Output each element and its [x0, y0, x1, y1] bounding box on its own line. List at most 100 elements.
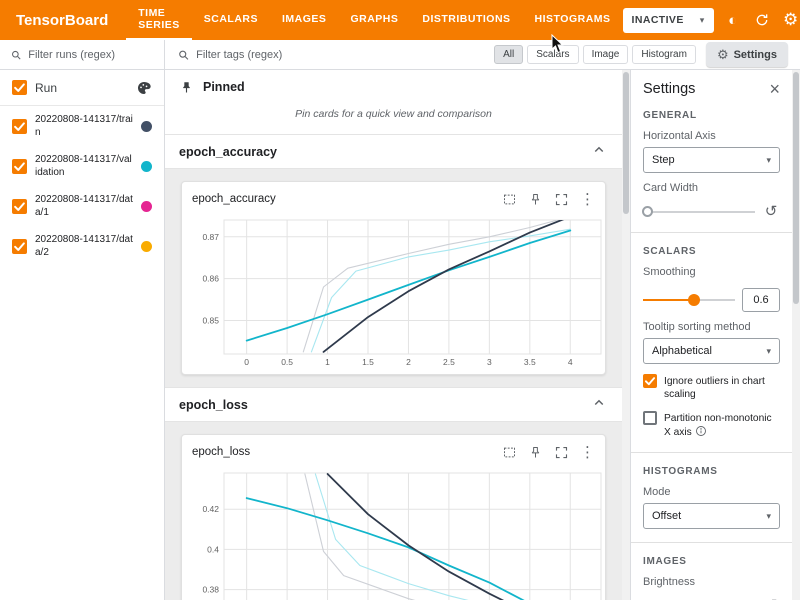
- smoothing-slider[interactable]: [643, 293, 735, 307]
- scrollbar-thumb[interactable]: [623, 72, 629, 214]
- filter-chip-scalars[interactable]: Scalars: [527, 45, 578, 64]
- chevron-down-icon: ▾: [766, 155, 771, 166]
- section-header-epoch_loss[interactable]: epoch_loss: [165, 388, 622, 422]
- histogram-mode-select[interactable]: Offset ▾: [643, 503, 780, 529]
- run-checkbox[interactable]: [12, 199, 27, 214]
- filter-chip-histogram[interactable]: Histogram: [632, 45, 696, 64]
- tab-images[interactable]: IMAGES: [270, 0, 338, 40]
- tooltip-sorting-select[interactable]: Alphabetical ▾: [643, 338, 780, 364]
- run-row[interactable]: 20220808-141317/train: [0, 106, 164, 146]
- tab-scalars[interactable]: SCALARS: [192, 0, 270, 40]
- reset-icon[interactable]: ↺: [762, 204, 780, 219]
- pinned-hint: Pin cards for a quick view and compariso…: [165, 104, 622, 135]
- run-name: 20220808-141317/data/2: [35, 233, 133, 259]
- tab-time-series[interactable]: TIME SERIES: [126, 0, 192, 40]
- svg-text:4: 4: [568, 357, 573, 367]
- tab-graphs[interactable]: GRAPHS: [338, 0, 410, 40]
- horizontal-axis-select[interactable]: Step ▾: [643, 147, 780, 173]
- run-color-dot: [141, 201, 152, 212]
- info-icon[interactable]: [695, 425, 707, 437]
- card-title: epoch_loss: [192, 446, 250, 458]
- svg-text:1: 1: [325, 357, 330, 367]
- filter-tags-input[interactable]: [196, 49, 482, 61]
- horizontal-axis-label: Horizontal Axis: [643, 130, 780, 142]
- palette-icon[interactable]: [136, 80, 152, 96]
- filter-chip-image[interactable]: Image: [583, 45, 629, 64]
- select-all-runs-checkbox[interactable]: [12, 80, 27, 95]
- svg-text:0.38: 0.38: [202, 585, 219, 595]
- close-icon[interactable]: ×: [769, 80, 780, 98]
- section-body: epoch_accuracy⋮00.511.522.533.540.850.86…: [165, 169, 622, 388]
- scalars-section-heading: SCALARS: [643, 246, 780, 257]
- refresh-icon[interactable]: [752, 10, 772, 30]
- main-scrollbar[interactable]: [622, 70, 630, 600]
- chevron-down-icon: ▾: [766, 346, 771, 357]
- run-row[interactable]: 20220808-141317/data/2: [0, 226, 164, 266]
- svg-text:0: 0: [244, 357, 249, 367]
- filter-runs-box: [0, 40, 165, 69]
- smoothing-value-input[interactable]: 0.6: [742, 288, 780, 312]
- images-section-heading: IMAGES: [643, 556, 780, 567]
- panel-scrollbar[interactable]: [792, 70, 800, 600]
- card-width-label: Card Width: [643, 182, 780, 194]
- kebab-menu-icon[interactable]: ⋮: [580, 445, 595, 460]
- filter-chip-all[interactable]: All: [494, 45, 523, 64]
- scrollbar-thumb[interactable]: [793, 72, 799, 304]
- gear-icon[interactable]: ⚙: [781, 10, 800, 30]
- fullscreen-icon[interactable]: [554, 445, 569, 460]
- run-checkbox[interactable]: [12, 119, 27, 134]
- section-body: epoch_loss⋮00.511.522.533.540.360.380.40…: [165, 422, 622, 600]
- data-selection-icon[interactable]: [502, 192, 517, 207]
- run-name: 20220808-141317/validation: [35, 153, 133, 179]
- section-header-epoch_accuracy[interactable]: epoch_accuracy: [165, 135, 622, 169]
- chart-epoch_accuracy[interactable]: 00.511.522.533.540.850.860.87: [188, 212, 613, 372]
- run-row[interactable]: 20220808-141317/validation: [0, 146, 164, 186]
- settings-panel-title: Settings: [643, 81, 695, 97]
- ignore-outliers-checkbox[interactable]: Ignore outliers in chart scaling: [643, 375, 780, 401]
- pin-icon[interactable]: [528, 192, 543, 207]
- run-color-dot: [141, 241, 152, 252]
- svg-text:2: 2: [406, 357, 411, 367]
- main-content: Pinned Pin cards for a quick view and co…: [165, 70, 622, 600]
- status-dropdown-value: INACTIVE: [632, 14, 684, 26]
- header-actions: INACTIVE ▾ ◐ ⚙ ?: [623, 8, 800, 33]
- chevron-up-icon[interactable]: [590, 141, 608, 162]
- scalar-card-epoch_accuracy: epoch_accuracy⋮00.511.522.533.540.850.86…: [181, 181, 606, 375]
- fullscreen-icon[interactable]: [554, 192, 569, 207]
- runs-sidebar: Run 20220808-141317/train20220808-141317…: [0, 70, 165, 600]
- tensorboard-app: TensorBoard TIME SERIESSCALARSIMAGESGRAP…: [0, 0, 800, 600]
- tab-distributions[interactable]: DISTRIBUTIONS: [410, 0, 522, 40]
- general-section-heading: GENERAL: [643, 110, 780, 121]
- run-row[interactable]: 20220808-141317/data/1: [0, 186, 164, 226]
- brightness-label: Brightness: [643, 576, 780, 588]
- kebab-menu-icon[interactable]: ⋮: [580, 192, 595, 207]
- pin-icon[interactable]: [528, 445, 543, 460]
- status-dropdown[interactable]: INACTIVE ▾: [623, 8, 714, 33]
- card-width-slider[interactable]: [643, 205, 755, 219]
- checkbox-icon: [643, 374, 657, 388]
- data-selection-icon[interactable]: [502, 445, 517, 460]
- run-checkbox[interactable]: [12, 159, 27, 174]
- svg-text:0.4: 0.4: [207, 544, 219, 554]
- tab-histograms[interactable]: HISTOGRAMS: [523, 0, 623, 40]
- slider-thumb[interactable]: [642, 206, 653, 217]
- chart-epoch_loss[interactable]: 00.511.522.533.540.360.380.40.42: [188, 465, 613, 600]
- svg-text:3.5: 3.5: [524, 357, 536, 367]
- runs-column-header: Run: [35, 81, 57, 95]
- slider-thumb[interactable]: [688, 294, 700, 306]
- run-name: 20220808-141317/data/1: [35, 193, 133, 219]
- chevron-down-icon: ▾: [700, 15, 705, 26]
- scalar-card-epoch_loss: epoch_loss⋮00.511.522.533.540.360.380.40…: [181, 434, 606, 600]
- theme-toggle-icon[interactable]: ◐: [723, 10, 743, 30]
- filter-runs-input[interactable]: [28, 49, 154, 61]
- run-list: 20220808-141317/train 20220808-141317/val…: [0, 106, 164, 266]
- settings-button[interactable]: ⚙ Settings: [706, 42, 788, 67]
- run-checkbox[interactable]: [12, 239, 27, 254]
- filter-toolbar: AllScalars ImageHistogram ⚙ Settings: [0, 40, 800, 70]
- svg-text:0.42: 0.42: [202, 504, 219, 514]
- partition-x-axis-checkbox[interactable]: Partition non-monotonic X axis: [643, 412, 780, 439]
- chevron-up-icon[interactable]: [590, 394, 608, 415]
- run-name: 20220808-141317/train: [35, 113, 133, 139]
- nav-tabs: TIME SERIESSCALARSIMAGESGRAPHSDISTRIBUTI…: [126, 0, 622, 40]
- histogram-mode-label: Mode: [643, 486, 780, 498]
